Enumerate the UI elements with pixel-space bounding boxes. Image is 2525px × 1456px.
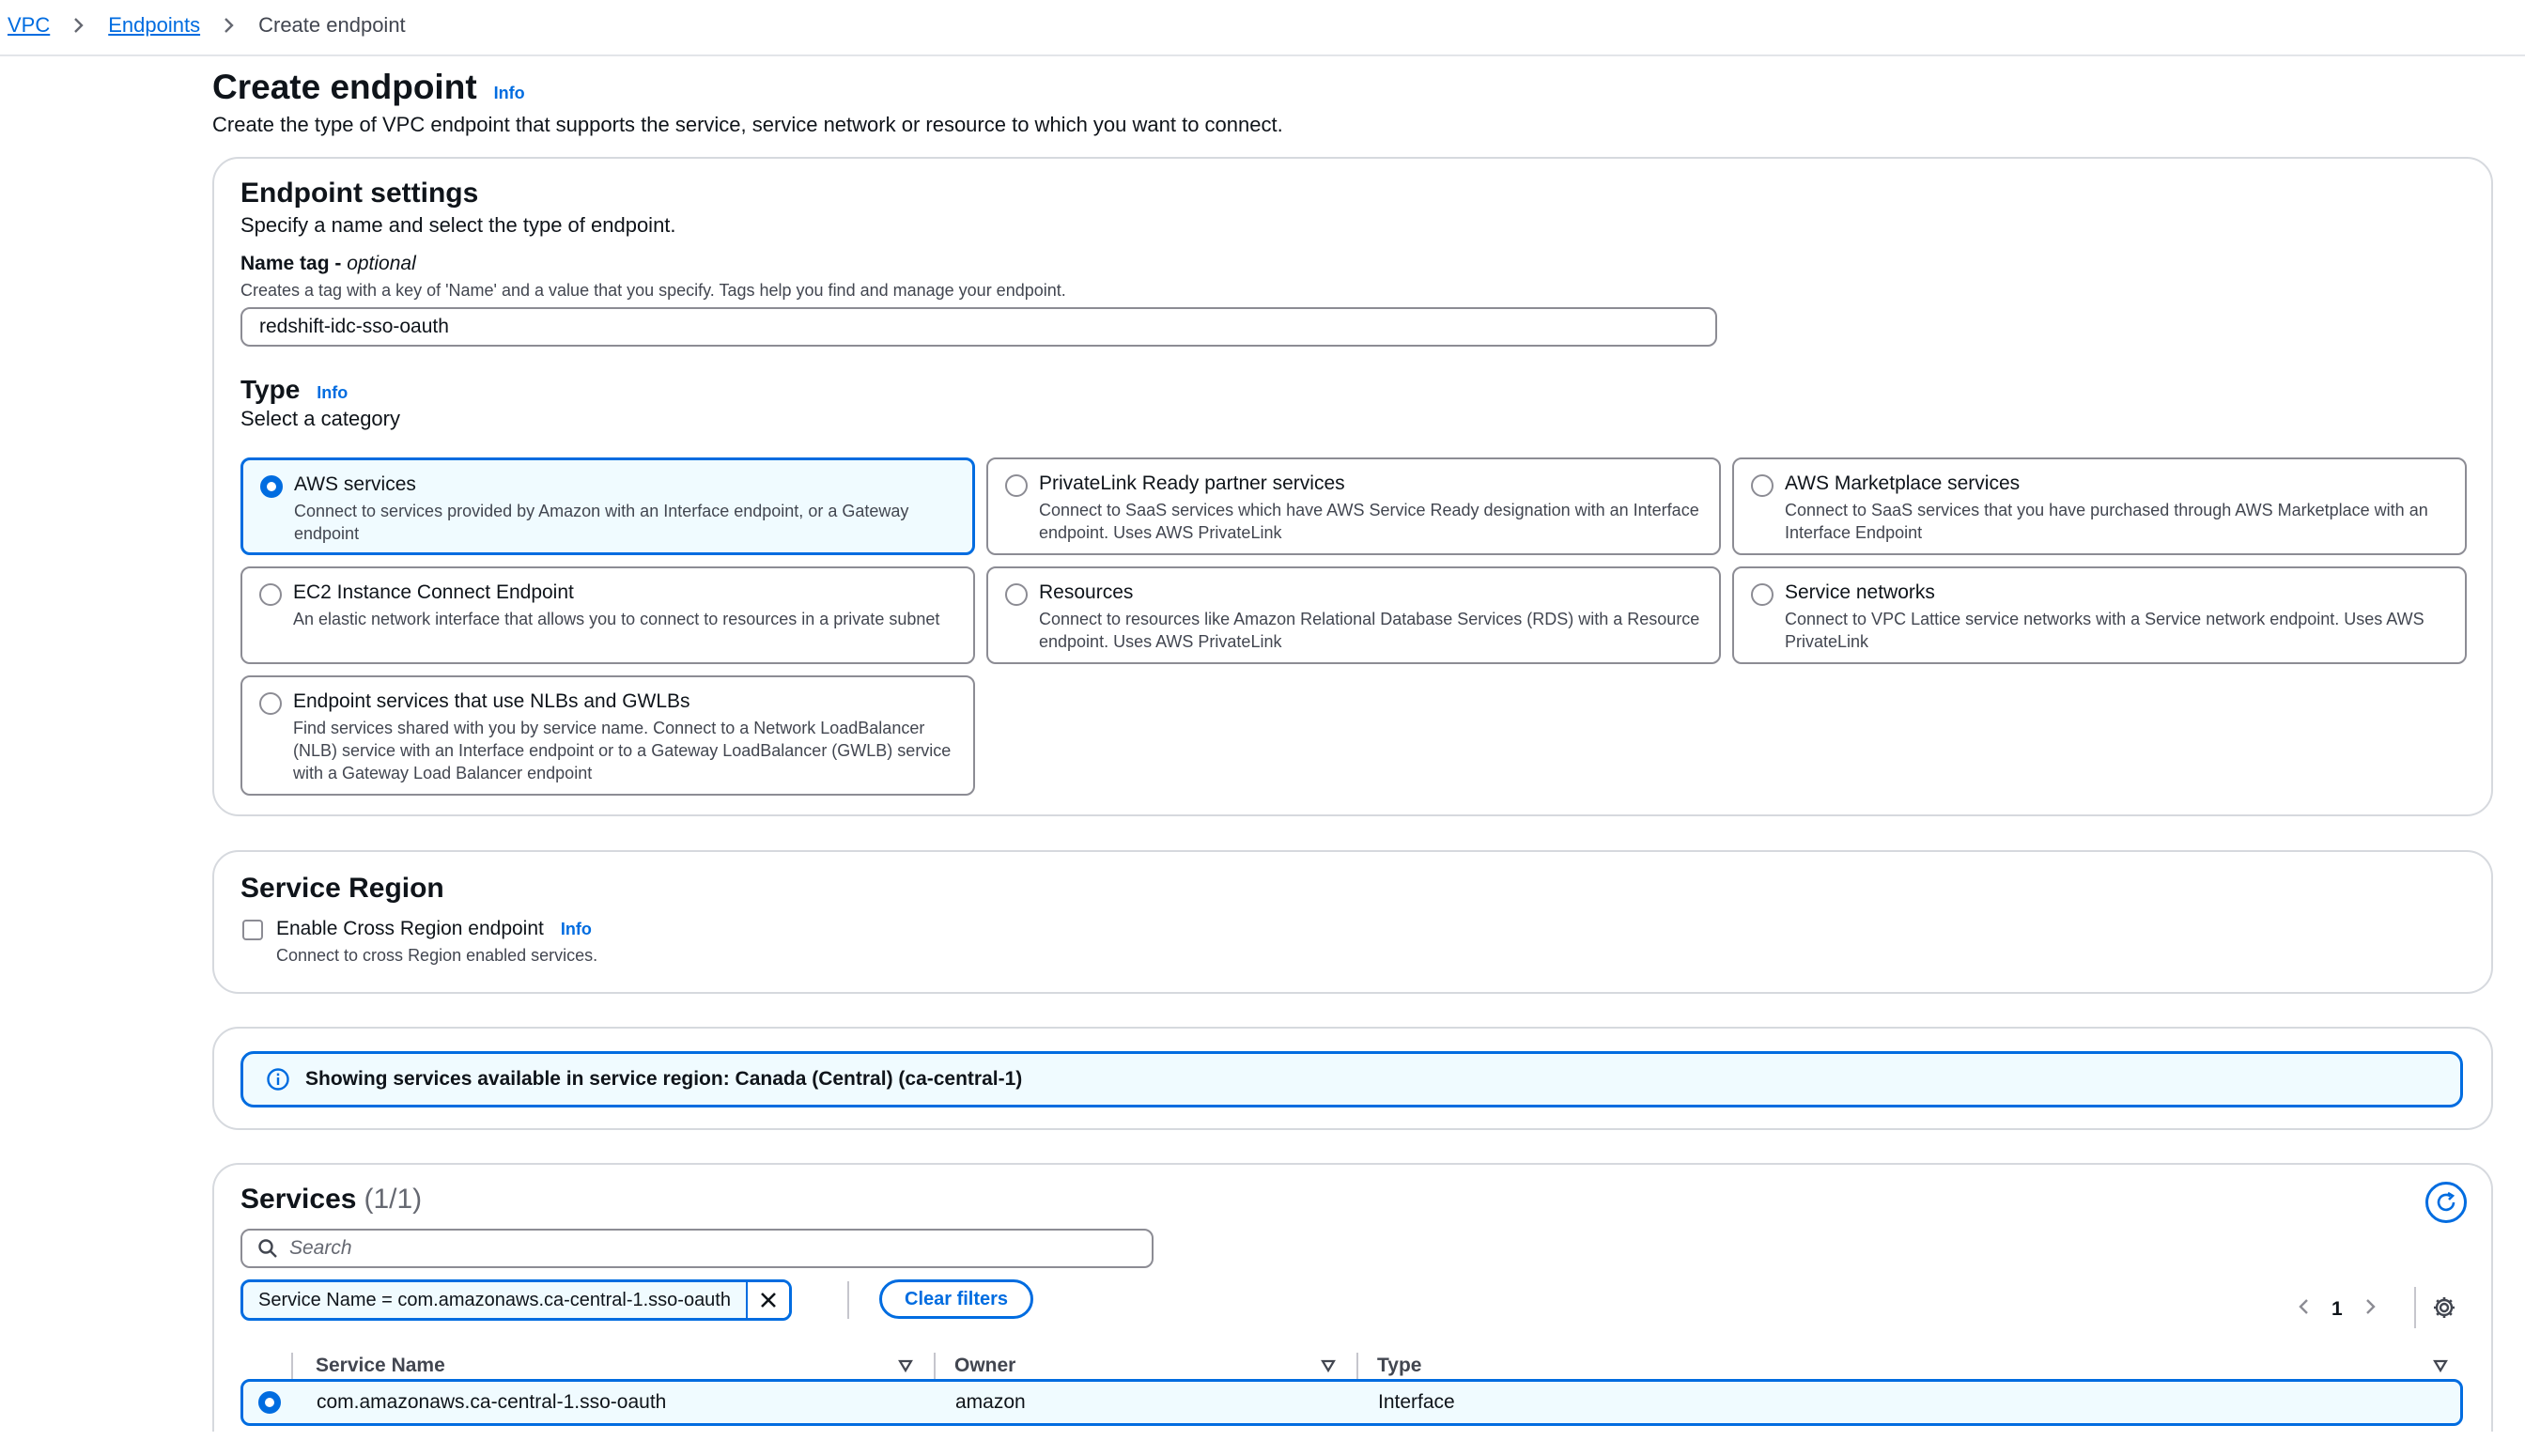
breadcrumb-endpoints-link[interactable]: Endpoints — [108, 13, 200, 38]
radio-privatelink-partner[interactable] — [1005, 474, 1028, 497]
cross-region-label: Enable Cross Region endpoint Info — [276, 918, 592, 940]
radio-service-networks[interactable] — [1751, 583, 1774, 606]
pager-divider — [2414, 1287, 2416, 1328]
search-placeholder: Search — [289, 1237, 352, 1259]
services-title-text: Services — [240, 1184, 357, 1215]
filter-token[interactable]: Service Name = com.amazonaws.ca-central-… — [240, 1279, 792, 1321]
tile-privatelink-partner[interactable]: PrivateLink Ready partner services Conne… — [986, 457, 1721, 555]
tile-service-networks[interactable]: Service networks Connect to VPC Lattice … — [1732, 566, 2467, 664]
chevron-right-icon — [219, 15, 240, 36]
name-tag-optional: optional — [347, 253, 416, 274]
info-alert: Showing services available in service re… — [240, 1051, 2463, 1107]
type-subtitle: Select a category — [240, 407, 400, 430]
filter-token-text: Service Name = com.amazonaws.ca-central-… — [243, 1282, 748, 1318]
sort-down-icon[interactable] — [2431, 1356, 2450, 1375]
sort-down-icon[interactable] — [896, 1356, 915, 1375]
cross-region-checkbox[interactable] — [242, 920, 263, 940]
chevron-right-icon — [69, 15, 89, 36]
service-region-title: Service Region — [240, 873, 444, 904]
clear-filters-button[interactable]: Clear filters — [879, 1279, 1034, 1319]
name-tag-hint: Creates a tag with a key of 'Name' and a… — [240, 281, 1066, 300]
tile-description: Connect to SaaS services that you have p… — [1785, 501, 2428, 542]
page-title: Create endpoint Info — [212, 68, 525, 107]
tile-aws-services[interactable]: AWS services Connect to services provide… — [240, 457, 975, 555]
radio-endpoint-services-nlb-gwlb[interactable] — [259, 692, 282, 715]
breadcrumb: VPC Endpoints Create endpoint — [8, 11, 406, 39]
breadcrumb-vpc-link[interactable]: VPC — [8, 13, 50, 38]
tile-description: Connect to services provided by Amazon w… — [294, 502, 909, 543]
column-separator — [291, 1353, 293, 1381]
refresh-icon — [2437, 1191, 2455, 1212]
page-title-text: Create endpoint — [212, 68, 477, 106]
gear-icon[interactable] — [2431, 1294, 2457, 1321]
tile-title: AWS Marketplace services — [1785, 472, 2021, 494]
cell-type: Interface — [1378, 1391, 1455, 1413]
search-icon — [258, 1239, 277, 1258]
header-divider — [0, 54, 2525, 56]
endpoint-settings-title: Endpoint settings — [240, 178, 479, 209]
services-container: Services (1/1) Search Service Name = com.… — [212, 1163, 2493, 1432]
page-number[interactable]: 1 — [2331, 1298, 2343, 1321]
cross-region-label-text: Enable Cross Region endpoint — [276, 918, 544, 939]
page-info-link[interactable]: Info — [494, 84, 525, 103]
tile-title: AWS services — [294, 473, 416, 495]
tile-resources[interactable]: Resources Connect to resources like Amaz… — [986, 566, 1721, 664]
pagination: 1 — [2298, 1296, 2377, 1323]
tile-title: PrivateLink Ready partner services — [1039, 472, 1345, 494]
search-input[interactable]: Search — [240, 1229, 1154, 1268]
tile-title: Service networks — [1785, 581, 1935, 603]
tile-aws-marketplace[interactable]: AWS Marketplace services Connect to SaaS… — [1732, 457, 2467, 555]
endpoint-settings-description: Specify a name and select the type of en… — [240, 213, 676, 237]
type-info-link[interactable]: Info — [317, 383, 348, 403]
column-separator — [1356, 1353, 1358, 1381]
services-count: (1/1) — [364, 1184, 423, 1215]
tile-description: Find services shared with you by service… — [293, 719, 952, 782]
tile-title: Resources — [1039, 581, 1134, 603]
chevron-left-icon[interactable] — [2298, 1296, 2311, 1323]
type-heading: Type Info — [240, 375, 348, 405]
services-title: Services (1/1) — [240, 1184, 422, 1216]
tile-title: EC2 Instance Connect Endpoint — [293, 581, 574, 603]
radio-aws-marketplace[interactable] — [1751, 474, 1774, 497]
tile-endpoint-services-nlb-gwlb[interactable]: Endpoint services that use NLBs and GWLB… — [240, 675, 975, 796]
refresh-button[interactable] — [2425, 1182, 2467, 1223]
cell-owner: amazon — [955, 1391, 1026, 1413]
page-description: Create the type of VPC endpoint that sup… — [212, 113, 1283, 136]
chevron-right-icon[interactable] — [2363, 1296, 2377, 1323]
name-tag-label: Name tag - optional — [240, 253, 416, 275]
name-tag-label-text: Name tag - — [240, 253, 348, 274]
radio-aws-services[interactable] — [260, 475, 283, 498]
breadcrumb-current: Create endpoint — [258, 13, 406, 37]
radio-ec2-instance-connect[interactable] — [259, 583, 282, 606]
table-row[interactable]: com.amazonaws.ca-central-1.sso-oauth ama… — [240, 1379, 2463, 1426]
tile-description: Connect to VPC Lattice service networks … — [1785, 610, 2424, 651]
alert-text: Showing services available in service re… — [305, 1068, 1023, 1090]
tile-description: Connect to SaaS services which have AWS … — [1039, 501, 1699, 542]
tile-title: Endpoint services that use NLBs and GWLB… — [293, 690, 690, 712]
row-radio[interactable] — [258, 1391, 281, 1414]
tile-description: Connect to resources like Amazon Relatio… — [1039, 610, 1700, 651]
service-region-container: Service Region Enable Cross Region endpo… — [212, 850, 2493, 994]
cross-region-hint: Connect to cross Region enabled services… — [276, 946, 598, 965]
remove-filter-button[interactable] — [748, 1282, 789, 1318]
info-circle-icon — [266, 1067, 290, 1092]
name-tag-input[interactable]: redshift-idc-sso-oauth — [240, 307, 1717, 347]
radio-resources[interactable] — [1005, 583, 1028, 606]
tile-description: An elastic network interface that allows… — [293, 610, 940, 628]
alert-container: Showing services available in service re… — [212, 1027, 2493, 1130]
column-separator — [934, 1353, 936, 1381]
cross-region-info-link[interactable]: Info — [561, 920, 592, 939]
sort-down-icon[interactable] — [1319, 1356, 1338, 1375]
cell-service-name: com.amazonaws.ca-central-1.sso-oauth — [317, 1391, 667, 1413]
endpoint-settings-container: Endpoint settings Specify a name and sel… — [212, 157, 2493, 816]
tile-ec2-instance-connect[interactable]: EC2 Instance Connect Endpoint An elastic… — [240, 566, 975, 664]
filter-divider — [847, 1281, 849, 1319]
close-icon — [761, 1293, 776, 1308]
type-title: Type — [240, 375, 301, 404]
